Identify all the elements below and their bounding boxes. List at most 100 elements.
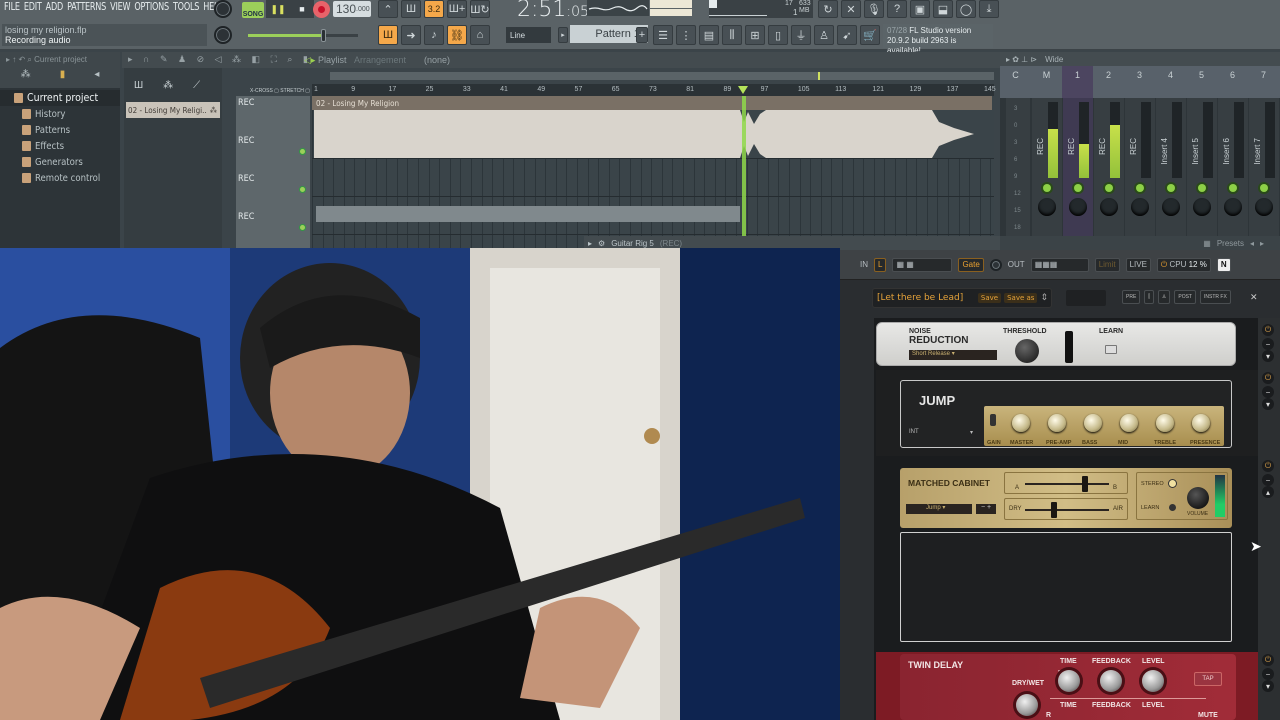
mixer-strip-pan-knob[interactable] [1193, 198, 1211, 216]
audio-input-button[interactable]: 🎙 [864, 0, 884, 18]
mixer-strip-enable-led[interactable] [1260, 184, 1268, 192]
cabinet-volume-knob[interactable] [1187, 487, 1209, 509]
mixer-track-number[interactable]: 1 [1062, 66, 1093, 98]
mixer-button[interactable]: ⫼ [722, 25, 742, 45]
time-ruler[interactable]: 1 9 17 25 33 41 49 57 65 73 81 89 97 105 113 121 129 137 1… [312, 84, 996, 96]
clip-source-item[interactable]: 02 - Losing My Religi.. ⁂ [126, 102, 220, 118]
collapse-arrow-icon[interactable]: ▸ [588, 239, 592, 248]
plugin-icon[interactable]: ◂ [94, 69, 99, 80]
gate-knob[interactable] [989, 258, 1002, 271]
gain-switch[interactable] [990, 414, 996, 426]
mixer-track-number[interactable]: C [1000, 66, 1031, 98]
save-as-preset-button[interactable]: Save as [1004, 293, 1038, 303]
tempo-field[interactable]: 130.000 [333, 1, 371, 17]
minimize-icon[interactable]: − [1262, 474, 1274, 486]
pre-fx-button[interactable]: PRE [1122, 290, 1141, 304]
mixer-track-number[interactable]: 3 [1124, 66, 1155, 98]
next-preset-icon[interactable]: ▸ [1260, 239, 1264, 248]
menu-file[interactable]: FILE [4, 0, 20, 16]
cabinet-model-dropdown[interactable]: Jump ▾ [906, 504, 972, 514]
chevron-down-icon[interactable]: ▾ [1262, 398, 1274, 410]
mixer-tool-button[interactable]: ✕ [841, 0, 861, 18]
minimize-icon[interactable]: − [1262, 338, 1274, 350]
presets-label[interactable]: Presets [1217, 239, 1244, 248]
mixer-strip-pan-knob[interactable] [1038, 198, 1056, 216]
ab-slider-thumb[interactable] [1082, 476, 1089, 492]
mixer-strip-enable-led[interactable] [1198, 184, 1206, 192]
minimize-icon[interactable]: − [1262, 668, 1274, 680]
export-button[interactable]: ⬓ [933, 0, 953, 18]
next-button[interactable]: ➜ [401, 25, 421, 45]
track-mute-led[interactable] [299, 148, 306, 155]
mixer-strip[interactable]: Insert 5 [1187, 98, 1217, 248]
playlist-window-button[interactable]: ☰ [653, 25, 673, 45]
menu-add[interactable]: ADD [46, 0, 64, 16]
time-l-knob[interactable] [1058, 670, 1080, 692]
chevron-down-icon[interactable]: ▾ [1262, 350, 1274, 362]
master-pitch-knob[interactable] [214, 0, 232, 18]
audio-clip-waveform[interactable] [314, 110, 992, 158]
mixer-strip-pan-knob[interactable] [1224, 198, 1242, 216]
mixer-track-number[interactable]: 6 [1217, 66, 1248, 98]
playlist-horizontal-scrollbar[interactable] [330, 72, 994, 80]
tree-item-generators[interactable]: Generators [0, 154, 120, 170]
typing-keyboard-button[interactable]: Ш [378, 25, 398, 45]
song-mode-button[interactable]: SONG [242, 2, 264, 18]
overdub-button[interactable]: Ш+ [447, 0, 467, 18]
browser-nav-icons[interactable]: ▸ ↑ ↶ ⌕ [6, 55, 34, 64]
amp-knob-treble[interactable] [1156, 414, 1174, 432]
playhead[interactable] [742, 96, 747, 236]
amp-knob-mid[interactable] [1120, 414, 1138, 432]
tree-item-effects[interactable]: Effects [0, 138, 120, 154]
playlist-pattern-selector[interactable]: (none) [424, 55, 450, 65]
mixer-track-number[interactable]: 7 [1248, 66, 1279, 98]
mixer-track-number[interactable]: 5 [1186, 66, 1217, 98]
news-hint-panel[interactable]: 07/28 FL Studio version 20.9.2 build 296… [883, 24, 993, 55]
mixer-strip[interactable]: REC [1094, 98, 1124, 248]
rack-grid-button[interactable] [1066, 290, 1106, 306]
menu-options[interactable]: OPTIONS [134, 0, 169, 16]
mixer-strip[interactable]: Insert 7 [1249, 98, 1279, 248]
record-button[interactable] [313, 1, 330, 18]
song-position-marker[interactable] [818, 72, 820, 80]
piano-roll-button[interactable]: ⋮ [676, 25, 696, 45]
mixer-strip[interactable]: Insert 4 [1156, 98, 1186, 248]
master-volume-slider[interactable] [248, 29, 358, 42]
prev-preset-icon[interactable]: ◂ [1250, 239, 1254, 248]
snap-selector[interactable]: Line [506, 27, 551, 43]
gate-button[interactable]: Gate [958, 257, 984, 272]
tap-button[interactable]: TAP [1194, 672, 1222, 686]
gear-icon[interactable]: ⚙ [598, 239, 605, 248]
amp-knob-master[interactable] [1012, 414, 1030, 432]
preset-name-field[interactable]: [Let there be Lead] Save Save as ⇕ [872, 288, 1052, 308]
channel-rack-button[interactable]: ▤ [699, 25, 719, 45]
playlist-tool-icons[interactable]: ▸ ∩ ✎ ♟ ⊘ ◁ ⁂ ◧ ⛶ ⌕ ▮ [128, 54, 312, 65]
dry-wet-knob[interactable] [1016, 694, 1038, 716]
mixer-strip-enable-led[interactable] [1074, 184, 1082, 192]
plugin-picker-button[interactable]: ♙ [814, 25, 834, 45]
amp-channel-dropdown[interactable]: INT ▾ [909, 429, 973, 439]
amp-knob-bass[interactable] [1084, 414, 1102, 432]
level-l-knob[interactable] [1142, 670, 1164, 692]
tree-root-current-project[interactable]: Current project [0, 90, 120, 106]
dry-air-slider-thumb[interactable] [1051, 502, 1058, 518]
mixer-strip-pan-knob[interactable] [1255, 198, 1273, 216]
undo-history-button[interactable]: ↻ [818, 0, 838, 18]
menu-edit[interactable]: EDIT [24, 0, 42, 16]
menu-patterns[interactable]: PATTERNS [67, 0, 106, 16]
track-header[interactable]: REC [236, 98, 310, 108]
amp-knob-presence[interactable] [1192, 414, 1210, 432]
tuner-icon[interactable]: ⫿ [1144, 290, 1154, 304]
mixer-strip-enable-led[interactable] [1136, 184, 1144, 192]
release-mode-dropdown[interactable]: Short Release ▾ [909, 350, 997, 360]
plugin-database-button[interactable]: ⏚ [791, 25, 811, 45]
close-icon[interactable]: ✕ [1250, 292, 1258, 303]
power-icon[interactable]: ⏻ [1262, 460, 1274, 472]
ni-logo[interactable]: N [1216, 257, 1231, 272]
mixer-strip[interactable]: REC [1125, 98, 1155, 248]
pause-button[interactable]: ❚❚ [266, 0, 290, 18]
shop-button[interactable]: 🛒 [860, 25, 880, 45]
mixer-strip-pan-knob[interactable] [1131, 198, 1149, 216]
chevron-up-icon[interactable]: ▴ [1262, 486, 1274, 498]
step-edit-button[interactable]: 3.2 [424, 0, 444, 18]
